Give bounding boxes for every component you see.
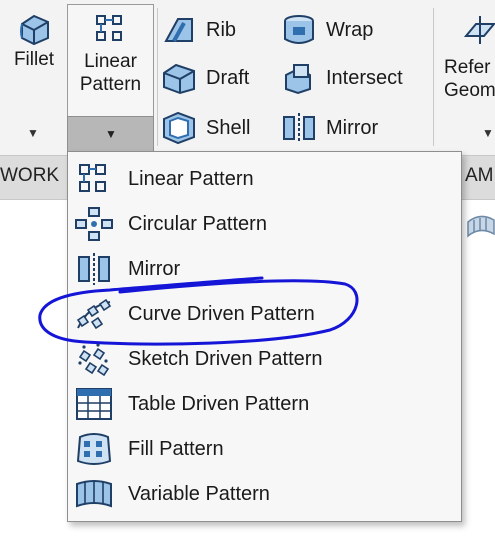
linear-pattern-icon xyxy=(95,15,122,41)
menu-item-mirror[interactable]: Mirror xyxy=(74,248,454,290)
menu-item-label: Mirror xyxy=(128,257,181,280)
reference-geometry-label-line2: Geom xyxy=(444,80,495,101)
rib-button[interactable]: Rib xyxy=(160,12,236,48)
ribbon-separator xyxy=(433,8,434,146)
shell-label: Shell xyxy=(206,116,251,139)
wrap-label: Wrap xyxy=(326,18,374,41)
menu-item-linear-pattern[interactable]: Linear Pattern xyxy=(74,158,454,200)
curve-driven-pattern-icon xyxy=(76,298,112,330)
intersect-label: Intersect xyxy=(326,66,403,89)
menu-item-label: Variable Pattern xyxy=(128,482,270,505)
linear-pattern-icon xyxy=(79,164,106,192)
rib-label: Rib xyxy=(206,18,237,41)
linear-pattern-button[interactable]: Linear Pattern xyxy=(67,4,154,96)
circular-pattern-icon xyxy=(75,207,113,241)
menu-item-label: Table Driven Pattern xyxy=(128,392,310,415)
draft-icon xyxy=(163,63,195,95)
ribbon-separator xyxy=(157,8,158,146)
menu-item-variable-pattern[interactable]: Variable Pattern xyxy=(74,473,454,515)
menu-item-circular-pattern[interactable]: Circular Pattern xyxy=(74,203,454,245)
reference-geometry-label-line1: Refer xyxy=(444,57,491,78)
mirror-label: Mirror xyxy=(326,116,379,139)
ribbon: Fillet ▼ Linear Pattern ▼ Rib Draft Shel… xyxy=(0,0,495,155)
linear-pattern-label-line2: Pattern xyxy=(79,74,142,95)
reference-geometry-button[interactable]: Refer Geom xyxy=(444,4,495,102)
linear-pattern-label-line1: Linear xyxy=(84,51,137,72)
fillet-dropdown-arrow[interactable]: ▼ xyxy=(27,126,39,140)
draft-button[interactable]: Draft xyxy=(160,60,249,96)
linear-pattern-dropdown-toggle[interactable]: ▼ xyxy=(67,116,154,152)
tab-partial-right[interactable]: AM xyxy=(465,165,494,187)
shell-button[interactable]: Shell xyxy=(160,110,250,146)
fillet-label: Fillet xyxy=(13,49,55,70)
menu-item-label: Sketch Driven Pattern xyxy=(128,347,323,370)
variable-pattern-icon xyxy=(76,480,112,508)
fillet-icon xyxy=(20,14,49,46)
menu-item-label: Linear Pattern xyxy=(128,167,254,190)
menu-item-fill-pattern[interactable]: Fill Pattern xyxy=(74,428,454,470)
wrap-button[interactable]: Wrap xyxy=(280,12,373,48)
menu-item-sketch-driven-pattern[interactable]: Sketch Driven Pattern xyxy=(74,338,454,380)
wrap-icon xyxy=(284,15,314,44)
sketch-driven-pattern-icon xyxy=(78,343,110,377)
fill-pattern-icon xyxy=(76,433,112,465)
reference-geometry-dropdown-arrow[interactable]: ▼ xyxy=(482,126,494,140)
menu-item-table-driven-pattern[interactable]: Table Driven Pattern xyxy=(74,383,454,425)
menu-item-label: Fill Pattern xyxy=(128,437,224,460)
linear-pattern-dropdown-menu: Linear Pattern Circular Pattern Mirror C… xyxy=(67,151,462,522)
intersect-button[interactable]: Intersect xyxy=(280,60,403,96)
shell-icon xyxy=(163,111,195,145)
tab-features-partial[interactable]: WORK xyxy=(0,165,59,187)
draft-label: Draft xyxy=(206,66,250,89)
graphics-area-icon xyxy=(467,215,495,238)
menu-item-curve-driven-pattern[interactable]: Curve Driven Pattern xyxy=(74,293,454,335)
menu-item-label: Curve Driven Pattern xyxy=(128,302,315,325)
mirror-icon xyxy=(78,253,110,285)
mirror-icon xyxy=(283,113,315,143)
reference-geometry-icon xyxy=(463,16,495,44)
fillet-button[interactable]: Fillet xyxy=(6,4,62,71)
menu-item-label: Circular Pattern xyxy=(128,212,267,235)
intersect-icon xyxy=(285,64,311,95)
table-driven-pattern-icon xyxy=(76,388,112,420)
rib-icon xyxy=(164,18,193,42)
chevron-down-icon: ▼ xyxy=(105,127,117,141)
mirror-button[interactable]: Mirror xyxy=(280,110,378,146)
